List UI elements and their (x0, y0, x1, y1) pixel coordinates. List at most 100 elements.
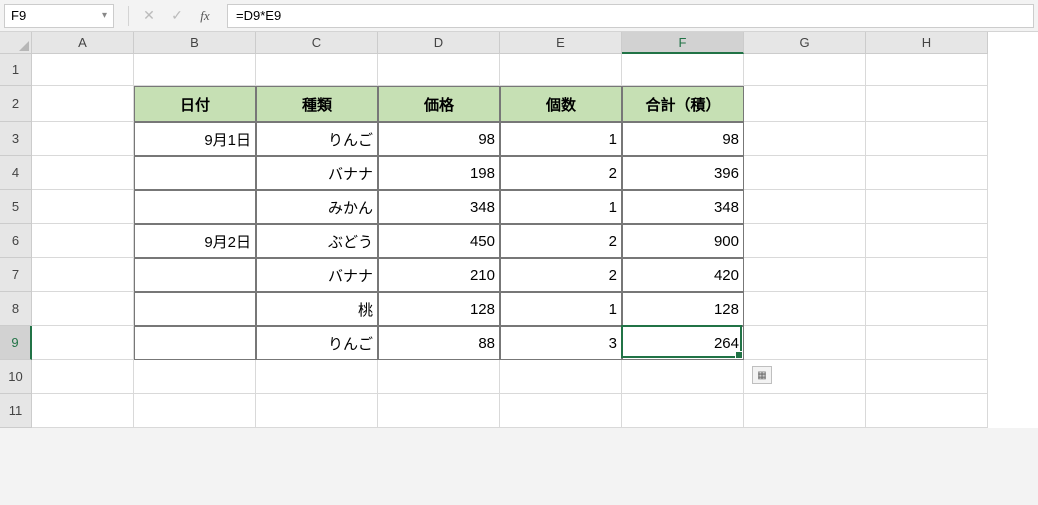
cell-E6[interactable]: 2 (500, 224, 622, 258)
cell-B7[interactable] (134, 258, 256, 292)
cell-H1[interactable] (866, 54, 988, 86)
cell-H2[interactable] (866, 86, 988, 122)
cell-H4[interactable] (866, 156, 988, 190)
cell-E11[interactable] (500, 394, 622, 428)
row-header-11[interactable]: 11 (0, 394, 32, 428)
row-header-10[interactable]: 10 (0, 360, 32, 394)
cell-B10[interactable] (134, 360, 256, 394)
cell-C10[interactable] (256, 360, 378, 394)
cell-F7[interactable]: 420 (622, 258, 744, 292)
cell-H10[interactable] (866, 360, 988, 394)
cell-D7[interactable]: 210 (378, 258, 500, 292)
cell-A1[interactable] (32, 54, 134, 86)
col-header-G[interactable]: G (744, 32, 866, 54)
col-header-B[interactable]: B (134, 32, 256, 54)
cell-C8[interactable]: 桃 (256, 292, 378, 326)
cell-D8[interactable]: 128 (378, 292, 500, 326)
cell-G2[interactable] (744, 86, 866, 122)
cell-F5[interactable]: 348 (622, 190, 744, 224)
cell-C3[interactable]: りんご (256, 122, 378, 156)
row-header-1[interactable]: 1 (0, 54, 32, 86)
col-header-E[interactable]: E (500, 32, 622, 54)
autofill-options-icon[interactable]: ▦ (752, 366, 772, 384)
cell-G1[interactable] (744, 54, 866, 86)
cell-D4[interactable]: 198 (378, 156, 500, 190)
cell-H8[interactable] (866, 292, 988, 326)
cell-B4[interactable] (134, 156, 256, 190)
row-header-4[interactable]: 4 (0, 156, 32, 190)
cell-D1[interactable] (378, 54, 500, 86)
cell-E1[interactable] (500, 54, 622, 86)
cell-A9[interactable] (32, 326, 134, 360)
col-header-H[interactable]: H (866, 32, 988, 54)
cell-G8[interactable] (744, 292, 866, 326)
cell-F6[interactable]: 900 (622, 224, 744, 258)
cell-H6[interactable] (866, 224, 988, 258)
cell-A2[interactable] (32, 86, 134, 122)
cell-E4[interactable]: 2 (500, 156, 622, 190)
col-header-D[interactable]: D (378, 32, 500, 54)
row-header-3[interactable]: 3 (0, 122, 32, 156)
cell-A11[interactable] (32, 394, 134, 428)
cell-A3[interactable] (32, 122, 134, 156)
cell-E10[interactable] (500, 360, 622, 394)
cell-B8[interactable] (134, 292, 256, 326)
cell-H3[interactable] (866, 122, 988, 156)
cell-G9[interactable] (744, 326, 866, 360)
cell-G5[interactable] (744, 190, 866, 224)
cell-F11[interactable] (622, 394, 744, 428)
cell-D10[interactable] (378, 360, 500, 394)
table-header-3[interactable]: 個数 (500, 86, 622, 122)
cell-B9[interactable] (134, 326, 256, 360)
cell-G11[interactable] (744, 394, 866, 428)
name-box[interactable]: F9 ▾ (4, 4, 114, 28)
cell-F10[interactable] (622, 360, 744, 394)
row-header-7[interactable]: 7 (0, 258, 32, 292)
cell-D5[interactable]: 348 (378, 190, 500, 224)
cell-F3[interactable]: 98 (622, 122, 744, 156)
fx-icon[interactable]: fx (191, 4, 219, 28)
table-header-2[interactable]: 価格 (378, 86, 500, 122)
cell-E7[interactable]: 2 (500, 258, 622, 292)
cell-B6[interactable]: 9月2日 (134, 224, 256, 258)
row-header-9[interactable]: 9 (0, 326, 32, 360)
cell-B1[interactable] (134, 54, 256, 86)
cell-C11[interactable] (256, 394, 378, 428)
formula-input[interactable] (227, 4, 1034, 28)
row-header-6[interactable]: 6 (0, 224, 32, 258)
col-header-C[interactable]: C (256, 32, 378, 54)
cancel-icon[interactable]: ✕ (135, 4, 163, 28)
row-header-5[interactable]: 5 (0, 190, 32, 224)
cell-A8[interactable] (32, 292, 134, 326)
cell-B3[interactable]: 9月1日 (134, 122, 256, 156)
cell-D6[interactable]: 450 (378, 224, 500, 258)
cell-B5[interactable] (134, 190, 256, 224)
enter-icon[interactable]: ✓ (163, 4, 191, 28)
col-header-F[interactable]: F (622, 32, 744, 54)
cell-G3[interactable] (744, 122, 866, 156)
table-header-0[interactable]: 日付 (134, 86, 256, 122)
name-box-dropdown-icon[interactable]: ▾ (102, 10, 107, 21)
cell-C7[interactable]: バナナ (256, 258, 378, 292)
table-header-4[interactable]: 合計（積） (622, 86, 744, 122)
cell-C6[interactable]: ぶどう (256, 224, 378, 258)
cell-C4[interactable]: バナナ (256, 156, 378, 190)
col-header-A[interactable]: A (32, 32, 134, 54)
cell-A5[interactable] (32, 190, 134, 224)
cell-E3[interactable]: 1 (500, 122, 622, 156)
cell-G7[interactable] (744, 258, 866, 292)
cell-B11[interactable] (134, 394, 256, 428)
cell-A6[interactable] (32, 224, 134, 258)
cell-F4[interactable]: 396 (622, 156, 744, 190)
cell-F1[interactable] (622, 54, 744, 86)
cell-E8[interactable]: 1 (500, 292, 622, 326)
cell-D11[interactable] (378, 394, 500, 428)
cell-G6[interactable] (744, 224, 866, 258)
cell-E9[interactable]: 3 (500, 326, 622, 360)
cell-H9[interactable] (866, 326, 988, 360)
cell-D9[interactable]: 88 (378, 326, 500, 360)
cell-A7[interactable] (32, 258, 134, 292)
cell-E5[interactable]: 1 (500, 190, 622, 224)
cell-H7[interactable] (866, 258, 988, 292)
cell-A4[interactable] (32, 156, 134, 190)
